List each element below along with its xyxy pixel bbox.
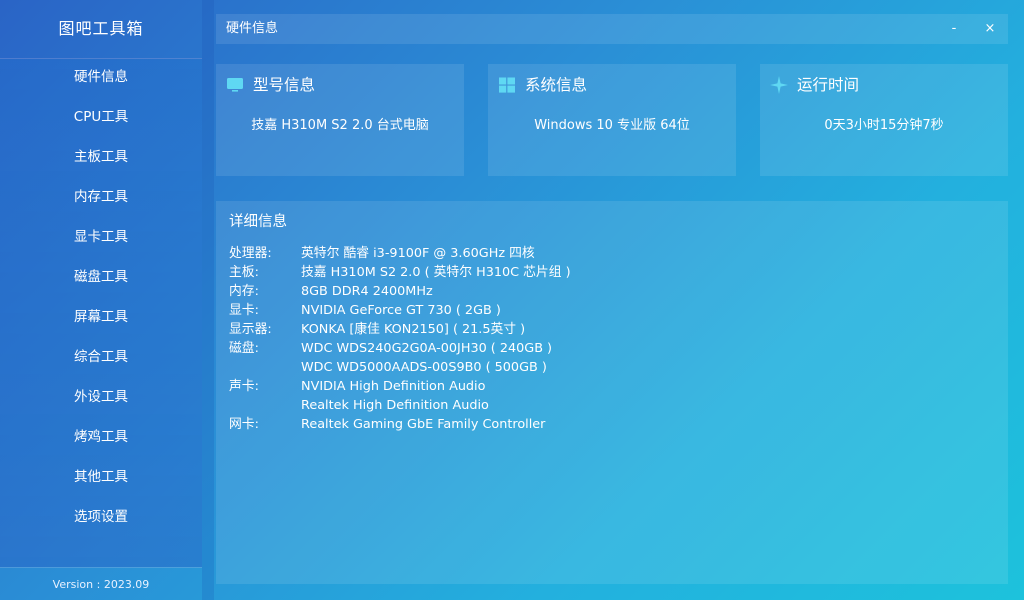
details-panel: 详细信息 处理器: 英特尔 酷睿 i3-9100F @ 3.60GHz 四核 主… (216, 201, 1008, 584)
sidebar-item-cpu-tools[interactable]: CPU工具 (0, 97, 202, 137)
close-button[interactable]: × (972, 14, 1008, 44)
sparkle-icon (770, 76, 788, 94)
detail-value: WDC WD5000AADS-00S9B0 ( 500GB ) (301, 360, 547, 375)
card-value: Windows 10 专业版 64位 (534, 118, 690, 133)
card-title: 型号信息 (253, 76, 316, 94)
sidebar-item-settings[interactable]: 选项设置 (0, 497, 202, 537)
sidebar-item-gpu-tools[interactable]: 显卡工具 (0, 217, 202, 257)
sidebar-item-hardware-info[interactable]: 硬件信息 (0, 57, 202, 97)
card-title: 运行时间 (797, 76, 860, 94)
detail-label: 声卡: (229, 379, 259, 394)
detail-label: 显示器: (229, 322, 272, 337)
detail-row-cpu: 处理器: 英特尔 酷睿 i3-9100F @ 3.60GHz 四核 (229, 244, 989, 263)
sidebar-item-memory-tools[interactable]: 内存工具 (0, 177, 202, 217)
detail-row-audio: 声卡: NVIDIA High Definition Audio (229, 377, 989, 396)
detail-row-monitor: 显示器: KONKA [康佳 KON2150] ( 21.5英寸 ) (229, 320, 989, 339)
detail-value: WDC WDS240G2G0A-00JH30 ( 240GB ) (301, 341, 553, 356)
page-title: 硬件信息 (226, 21, 279, 36)
details-list: 处理器: 英特尔 酷睿 i3-9100F @ 3.60GHz 四核 主板: 技嘉… (229, 244, 989, 434)
detail-row-motherboard: 主板: 技嘉 H310M S2 2.0 ( 英特尔 H310C 芯片组 ) (229, 263, 989, 282)
detail-value: 8GB DDR4 2400MHz (301, 284, 433, 299)
detail-value: NVIDIA High Definition Audio (301, 379, 486, 394)
minimize-button[interactable]: - (936, 14, 972, 44)
detail-row-audio-2: Realtek High Definition Audio (229, 396, 989, 415)
sidebar-item-stress-test-tools[interactable]: 烤鸡工具 (0, 417, 202, 457)
detail-value: Realtek Gaming GbE Family Controller (301, 417, 546, 432)
card-value: 0天3小时15分钟7秒 (824, 118, 944, 133)
sidebar-item-general-tools[interactable]: 综合工具 (0, 337, 202, 377)
detail-label: 显卡: (229, 303, 259, 318)
sidebar-divider (202, 0, 214, 600)
detail-value: KONKA [康佳 KON2150] ( 21.5英寸 ) (301, 322, 526, 337)
sidebar-item-motherboard-tools[interactable]: 主板工具 (0, 137, 202, 177)
card-title: 系统信息 (525, 76, 588, 94)
sidebar-item-peripheral-tools[interactable]: 外设工具 (0, 377, 202, 417)
uptime-card: 运行时间 0天3小时15分钟7秒 (760, 64, 1008, 176)
windows-icon (499, 77, 515, 93)
detail-label: 处理器: (229, 246, 272, 261)
app-title: 图吧工具箱 (58, 19, 144, 38)
detail-row-disk-2: WDC WD5000AADS-00S9B0 ( 500GB ) (229, 358, 989, 377)
detail-label: 网卡: (229, 417, 259, 432)
detail-value: 英特尔 酷睿 i3-9100F @ 3.60GHz 四核 (301, 246, 535, 261)
details-title: 详细信息 (229, 214, 287, 230)
sidebar-item-disk-tools[interactable]: 磁盘工具 (0, 257, 202, 297)
system-info-card: 系统信息 Windows 10 专业版 64位 (488, 64, 736, 176)
sidebar-item-other-tools[interactable]: 其他工具 (0, 457, 202, 497)
detail-label: 磁盘: (229, 341, 259, 356)
sidebar: 硬件信息 CPU工具 主板工具 内存工具 显卡工具 磁盘工具 屏幕工具 综合工具… (0, 58, 202, 568)
version-label: Version : 2023.09 (52, 578, 150, 591)
card-value: 技嘉 H310M S2 2.0 台式电脑 (251, 118, 429, 133)
monitor-icon (227, 78, 243, 92)
detail-value: 技嘉 H310M S2 2.0 ( 英特尔 H310C 芯片组 ) (301, 265, 571, 280)
detail-row-disk: 磁盘: WDC WDS240G2G0A-00JH30 ( 240GB ) (229, 339, 989, 358)
detail-label: 内存: (229, 284, 259, 299)
detail-row-memory: 内存: 8GB DDR4 2400MHz (229, 282, 989, 301)
detail-label: 主板: (229, 265, 259, 280)
detail-value: NVIDIA GeForce GT 730 ( 2GB ) (301, 303, 501, 318)
model-info-card: 型号信息 技嘉 H310M S2 2.0 台式电脑 (216, 64, 464, 176)
detail-value: Realtek High Definition Audio (301, 398, 489, 413)
detail-row-network: 网卡: Realtek Gaming GbE Family Controller (229, 415, 989, 434)
sidebar-item-screen-tools[interactable]: 屏幕工具 (0, 297, 202, 337)
detail-row-gpu: 显卡: NVIDIA GeForce GT 730 ( 2GB ) (229, 301, 989, 320)
title-bar: 硬件信息 - × (216, 14, 1008, 44)
